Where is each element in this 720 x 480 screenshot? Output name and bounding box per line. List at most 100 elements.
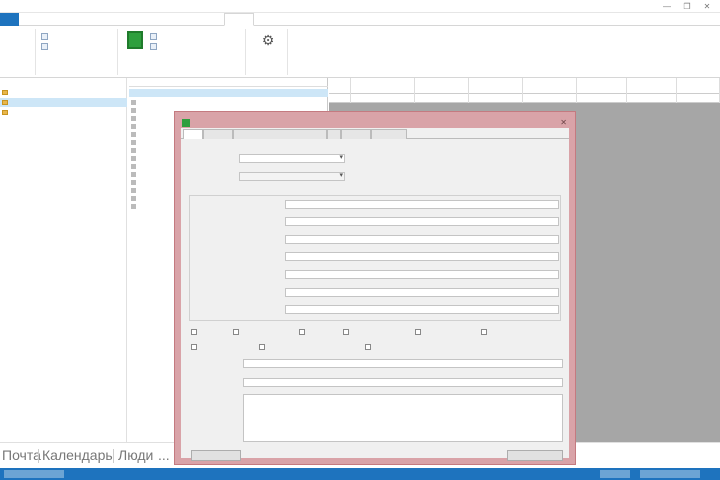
grid-column-header[interactable] — [677, 78, 720, 94]
folder-pane — [0, 78, 127, 442]
text-field[interactable] — [243, 378, 563, 387]
restore-icon[interactable]: ❐ — [682, 1, 692, 11]
dialog-tab[interactable] — [371, 129, 407, 139]
grid-column-header[interactable] — [627, 78, 677, 94]
tab-home[interactable] — [22, 13, 58, 26]
dialog-tabs — [181, 128, 569, 139]
text-field[interactable] — [285, 288, 559, 297]
window-controls: — ❐ ✕ — [662, 1, 712, 11]
checkbox[interactable] — [415, 329, 423, 335]
checkbox[interactable] — [191, 329, 199, 335]
text-field[interactable] — [285, 217, 559, 226]
nav-people[interactable]: Люди — [118, 447, 153, 463]
checkbox-box — [233, 329, 239, 335]
ok-button[interactable] — [507, 450, 563, 461]
ribbon-item[interactable] — [41, 43, 51, 50]
nav-calendar[interactable]: Календарь — [42, 447, 113, 463]
checkbox-icon — [41, 33, 48, 40]
text-field[interactable] — [243, 359, 563, 368]
status-zoom[interactable] — [600, 470, 630, 478]
dialog-tab[interactable] — [327, 129, 341, 139]
text-field[interactable] — [285, 305, 559, 314]
minimize-icon[interactable]: — — [662, 1, 672, 11]
folder-item-selected[interactable] — [0, 98, 127, 107]
text-field[interactable] — [285, 200, 559, 209]
list-icon — [150, 33, 157, 40]
item-icon — [131, 131, 136, 137]
checkbox-box — [365, 344, 371, 350]
checkbox-box — [259, 344, 265, 350]
ribbon-item[interactable] — [41, 33, 51, 40]
list-header — [129, 78, 328, 87]
folder-item[interactable] — [0, 108, 127, 117]
grid-cell — [523, 94, 577, 103]
table-row[interactable] — [329, 94, 720, 103]
tab-view[interactable] — [196, 13, 218, 26]
checkbox-box — [481, 329, 487, 335]
title-bar: — ❐ ✕ — [0, 0, 720, 13]
zoom-slider[interactable] — [640, 470, 700, 478]
nav-more[interactable]: ... — [158, 447, 170, 463]
checkbox[interactable] — [191, 344, 199, 350]
delete-button[interactable] — [191, 450, 241, 461]
folder-icon — [2, 110, 8, 115]
checkbox-box — [191, 344, 197, 350]
ribbon-group-3 — [120, 29, 246, 75]
grid-cell — [577, 94, 627, 103]
type-select[interactable] — [239, 172, 345, 181]
grid-column-header[interactable] — [329, 78, 351, 94]
settings-button[interactable]: ⚙ — [254, 31, 282, 51]
checkbox-box — [343, 329, 349, 335]
checkbox[interactable] — [365, 344, 373, 350]
dialog-tab[interactable] — [203, 129, 233, 139]
checkbox[interactable] — [343, 329, 351, 335]
grid-header — [329, 78, 720, 94]
folder-item[interactable] — [0, 88, 127, 97]
checkbox-box — [191, 329, 197, 335]
dialog-tab[interactable] — [341, 129, 371, 139]
grid-column-header[interactable] — [351, 78, 415, 94]
tab-send-receive[interactable] — [64, 13, 154, 26]
list-item[interactable] — [129, 98, 328, 106]
close-icon[interactable]: ✕ — [560, 118, 567, 127]
checkbox-icon — [41, 43, 48, 50]
item-icon — [131, 195, 136, 201]
grid-column-header[interactable] — [469, 78, 523, 94]
text-field[interactable] — [285, 235, 559, 244]
folder-icon — [2, 100, 8, 105]
ribbon-group-1 — [0, 29, 36, 75]
grid-column-header[interactable] — [523, 78, 577, 94]
nav-mail[interactable]: Почта — [2, 447, 41, 463]
item-icon — [131, 99, 136, 105]
close-icon[interactable]: ✕ — [702, 1, 712, 11]
item-icon — [131, 179, 136, 185]
ribbon-item[interactable] — [150, 33, 160, 40]
item-icon — [131, 107, 136, 113]
list-item-selected[interactable] — [129, 89, 328, 97]
dialog-title-bar: ✕ — [181, 118, 569, 128]
create-button[interactable] — [123, 31, 147, 51]
checkbox[interactable] — [481, 329, 489, 335]
grid-column-header[interactable] — [577, 78, 627, 94]
tab-folder[interactable] — [160, 13, 190, 26]
grid-cell — [627, 94, 677, 103]
text-field[interactable] — [285, 252, 559, 261]
notes-textarea[interactable] — [243, 394, 563, 442]
tab-addin[interactable] — [224, 13, 254, 26]
grid-cell — [677, 94, 720, 103]
grid-cell — [329, 94, 351, 103]
item-icon — [131, 123, 136, 129]
dialog-tab[interactable] — [233, 129, 327, 139]
grid-column-header[interactable] — [415, 78, 469, 94]
checkbox[interactable] — [259, 344, 267, 350]
status-text — [4, 470, 64, 478]
ribbon-item[interactable] — [150, 43, 160, 50]
checkbox[interactable] — [299, 329, 307, 335]
grid-cell — [415, 94, 469, 103]
nav-separator — [38, 449, 39, 463]
tab-file[interactable] — [0, 13, 19, 26]
checkbox[interactable] — [233, 329, 241, 335]
dialog-tab[interactable] — [183, 129, 203, 139]
date-picker[interactable] — [239, 154, 345, 163]
text-field[interactable] — [285, 270, 559, 279]
